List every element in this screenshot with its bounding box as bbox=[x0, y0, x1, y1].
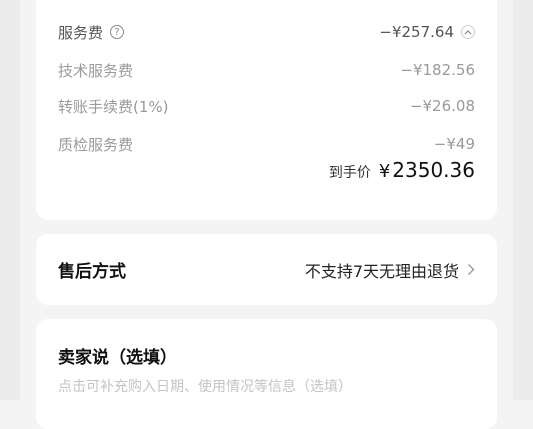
after-sale-value-group[interactable]: 不支持7天无理由退货 bbox=[305, 258, 475, 282]
chevron-up-icon[interactable] bbox=[461, 25, 475, 39]
after-sale-row[interactable]: 售后方式 不支持7天无理由退货 bbox=[58, 234, 475, 305]
service-fee-label: 服务费 bbox=[58, 23, 104, 42]
tech-service-fee-amount: −¥182.56 bbox=[400, 61, 475, 79]
seller-note-title: 卖家说（选填） bbox=[58, 348, 177, 368]
seller-note-card: 卖家说（选填） 点击可补充购入日期、使用情况等信息（选填） bbox=[36, 319, 497, 429]
fee-breakdown-card: 服务费 ? −¥257.64 技术服务费 −¥182.56 转账手续费(1%) … bbox=[36, 0, 497, 220]
inspection-fee-amount: −¥49 bbox=[433, 135, 475, 153]
net-price-amount: 2350.36 bbox=[392, 158, 475, 182]
transfer-fee-row: 转账手续费(1%) −¥26.08 bbox=[58, 94, 475, 118]
inspection-fee-row: 质检服务费 −¥49 bbox=[58, 132, 475, 156]
transfer-fee-label: 转账手续费(1%) bbox=[58, 97, 169, 116]
after-sale-value: 不支持7天无理由退货 bbox=[304, 261, 459, 281]
service-fee-value-group: −¥257.64 bbox=[379, 23, 475, 41]
tech-service-fee-row: 技术服务费 −¥182.56 bbox=[58, 58, 475, 82]
service-fee-row[interactable]: 服务费 ? −¥257.64 bbox=[58, 20, 475, 44]
chevron-right-icon bbox=[467, 263, 475, 276]
background-right-edge bbox=[513, 0, 533, 400]
service-fee-amount: −¥257.64 bbox=[379, 23, 454, 41]
after-sale-card[interactable]: 售后方式 不支持7天无理由退货 bbox=[36, 234, 497, 305]
help-icon[interactable]: ? bbox=[110, 25, 125, 39]
tech-service-fee-label: 技术服务费 bbox=[58, 61, 134, 80]
net-price-currency: ¥ bbox=[378, 161, 391, 182]
seller-note-input[interactable]: 点击可补充购入日期、使用情况等信息（选填） bbox=[58, 376, 352, 396]
net-price-row: 到手价 ¥ 2350.36 bbox=[329, 158, 475, 182]
after-sale-title: 售后方式 bbox=[58, 262, 126, 282]
service-fee-label-group: 服务费 ? bbox=[58, 22, 125, 43]
transfer-fee-amount: −¥26.08 bbox=[409, 97, 475, 115]
net-price-label: 到手价 bbox=[328, 165, 371, 181]
inspection-fee-label: 质检服务费 bbox=[58, 135, 134, 154]
background-left-edge bbox=[0, 0, 20, 400]
